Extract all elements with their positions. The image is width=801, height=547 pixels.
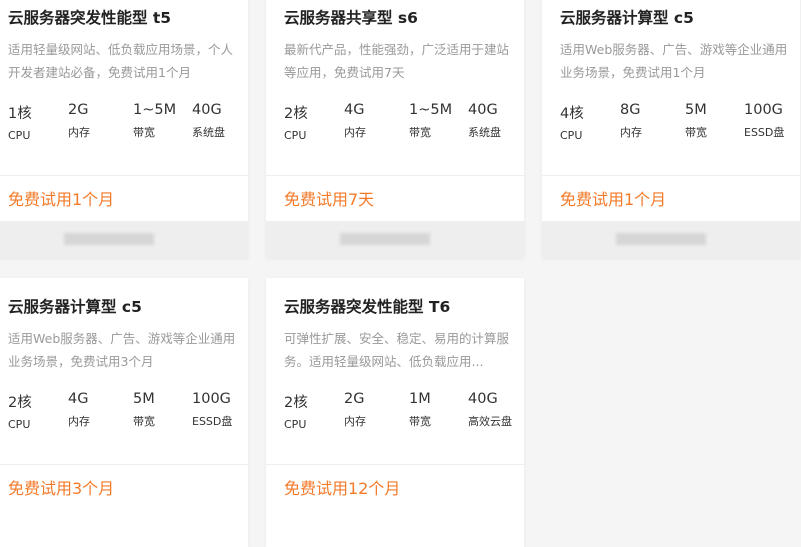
- trial-link[interactable]: 免费试用1个月: [560, 186, 666, 210]
- spec-item: 2G 内存: [344, 391, 366, 429]
- spec-item: 5M 带宽: [685, 102, 707, 140]
- spec-label: ESSD盘: [744, 126, 785, 139]
- spec-label: 带宽: [133, 126, 155, 139]
- spec-item: 4G 内存: [344, 102, 366, 140]
- card-footer[interactable]: [0, 221, 248, 258]
- card-footer[interactable]: [266, 221, 524, 258]
- trial-link[interactable]: 免费试用12个月: [284, 475, 400, 499]
- spec-item: 5M 带宽: [133, 391, 155, 429]
- spec-label: CPU: [284, 129, 307, 142]
- card-description: 适用Web服务器、广告、游戏等企业通用业务场景，免费试用1个月: [560, 42, 788, 80]
- spec-item: 2G 内存: [68, 102, 90, 140]
- spec-label: CPU: [8, 129, 31, 142]
- spec-list: 2核 CPU 4G 内存 5M 带宽 100G ESSD盘: [8, 391, 248, 441]
- spec-item: 40G 系统盘: [192, 102, 225, 140]
- blurred-placeholder: [64, 233, 154, 245]
- product-card[interactable]: 云服务器突发性能型 T6 可弹性扩展、安全、稳定、易用的计算服务。适用轻量级网站…: [266, 278, 524, 547]
- spec-item: 100G ESSD盘: [744, 102, 784, 140]
- spec-item: 1核 CPU: [8, 102, 32, 142]
- spec-label: CPU: [284, 418, 307, 431]
- spec-label: 系统盘: [468, 126, 501, 139]
- spec-label: CPU: [8, 418, 31, 431]
- spec-value: 40G: [468, 102, 498, 118]
- spec-item: 100G ESSD盘: [192, 391, 232, 429]
- spec-label: 带宽: [409, 126, 431, 139]
- divider: [266, 464, 524, 465]
- spec-value: 2核: [8, 395, 32, 411]
- product-card[interactable]: 云服务器共享型 s6 最新代产品，性能强劲，广泛适用于建站等应用，免费试用7天 …: [266, 0, 524, 258]
- spec-item: 1M 带宽: [409, 391, 431, 429]
- spec-label: 带宽: [685, 126, 707, 139]
- spec-value: 2G: [344, 391, 365, 407]
- spec-list: 1核 CPU 2G 内存 1~5M 带宽 40G 系统盘: [8, 102, 248, 152]
- card-title[interactable]: 云服务器突发性能型 t5: [8, 6, 171, 28]
- spec-label: 系统盘: [192, 126, 225, 139]
- card-description: 最新代产品，性能强劲，广泛适用于建站等应用，免费试用7天: [284, 42, 510, 80]
- divider: [0, 464, 248, 465]
- spec-value: 100G: [744, 102, 783, 118]
- spec-list: 2核 CPU 4G 内存 1~5M 带宽 40G 系统盘: [284, 102, 524, 152]
- spec-value: 1~5M: [133, 102, 177, 118]
- spec-item: 8G 内存: [620, 102, 642, 140]
- card-title[interactable]: 云服务器突发性能型 T6: [284, 295, 450, 317]
- spec-value: 2核: [284, 106, 308, 122]
- spec-item: 2核 CPU: [8, 391, 32, 431]
- spec-label: 内存: [344, 126, 366, 139]
- spec-label: ESSD盘: [192, 415, 233, 428]
- spec-value: 100G: [192, 391, 231, 407]
- divider: [0, 175, 248, 176]
- spec-item: 4G 内存: [68, 391, 90, 429]
- spec-value: 40G: [192, 102, 222, 118]
- product-card[interactable]: 云服务器计算型 c5 适用Web服务器、广告、游戏等企业通用业务场景，免费试用3…: [0, 278, 248, 547]
- spec-value: 1~5M: [409, 102, 453, 118]
- divider: [542, 175, 800, 176]
- spec-item: 2核 CPU: [284, 102, 308, 142]
- spec-list: 4核 CPU 8G 内存 5M 带宽 100G ESSD盘: [560, 102, 800, 152]
- spec-value: 1M: [409, 391, 431, 407]
- card-footer[interactable]: [542, 221, 800, 258]
- spec-label: 带宽: [133, 415, 155, 428]
- spec-value: 4G: [344, 102, 365, 118]
- spec-value: 4G: [68, 391, 89, 407]
- trial-link[interactable]: 免费试用3个月: [8, 475, 114, 499]
- spec-item: 4核 CPU: [560, 102, 584, 142]
- card-description: 可弹性扩展、安全、稳定、易用的计算服务。适用轻量级网站、低负载应用...: [284, 331, 510, 369]
- spec-value: 8G: [620, 102, 641, 118]
- spec-label: CPU: [560, 129, 583, 142]
- card-title[interactable]: 云服务器计算型 c5: [560, 6, 694, 28]
- spec-label: 内存: [68, 415, 90, 428]
- card-description: 适用Web服务器、广告、游戏等企业通用业务场景，免费试用3个月: [8, 331, 236, 369]
- spec-value: 1核: [8, 106, 32, 122]
- spec-label: 带宽: [409, 415, 431, 428]
- card-title[interactable]: 云服务器共享型 s6: [284, 6, 418, 28]
- product-card[interactable]: 云服务器突发性能型 t5 适用轻量级网站、低负载应用场景，个人开发者建站必备，免…: [0, 0, 248, 258]
- spec-item: 40G 高效云盘: [468, 391, 512, 429]
- spec-item: 1~5M 带宽: [409, 102, 452, 140]
- spec-item: 2核 CPU: [284, 391, 308, 431]
- blurred-placeholder: [340, 233, 430, 245]
- blurred-placeholder: [616, 233, 706, 245]
- spec-value: 5M: [133, 391, 155, 407]
- spec-list: 2核 CPU 2G 内存 1M 带宽 40G 高效云盘: [284, 391, 524, 441]
- spec-value: 2G: [68, 102, 89, 118]
- product-card[interactable]: 云服务器计算型 c5 适用Web服务器、广告、游戏等企业通用业务场景，免费试用1…: [542, 0, 800, 258]
- spec-value: 40G: [468, 391, 498, 407]
- spec-label: 内存: [68, 126, 90, 139]
- trial-link[interactable]: 免费试用7天: [284, 186, 374, 210]
- spec-value: 2核: [284, 395, 308, 411]
- spec-item: 1~5M 带宽: [133, 102, 176, 140]
- divider: [266, 175, 524, 176]
- spec-value: 4核: [560, 106, 584, 122]
- spec-label: 内存: [344, 415, 366, 428]
- card-title[interactable]: 云服务器计算型 c5: [8, 295, 142, 317]
- spec-label: 内存: [620, 126, 642, 139]
- spec-value: 5M: [685, 102, 707, 118]
- spec-label: 高效云盘: [468, 415, 512, 428]
- card-description: 适用轻量级网站、低负载应用场景，个人开发者建站必备，免费试用1个月: [8, 42, 234, 80]
- trial-link[interactable]: 免费试用1个月: [8, 186, 114, 210]
- spec-item: 40G 系统盘: [468, 102, 501, 140]
